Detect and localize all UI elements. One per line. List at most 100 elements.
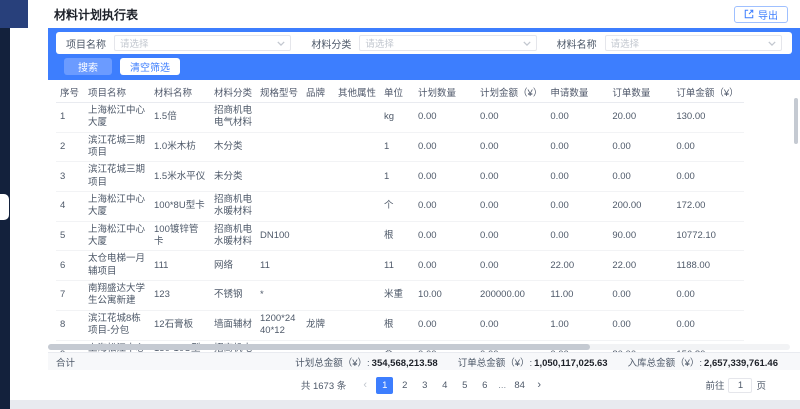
app-logo bbox=[0, 0, 28, 28]
table-cell: 22.00 bbox=[608, 251, 672, 281]
goto-suffix: 页 bbox=[756, 378, 766, 392]
filter-select-material-name[interactable]: 请选择 bbox=[605, 35, 782, 51]
table-cell: 1.5米水平仪 bbox=[150, 162, 210, 192]
table-cell: 123 bbox=[150, 281, 210, 311]
table-cell: 22.00 bbox=[546, 251, 608, 281]
table-cell bbox=[334, 251, 380, 281]
horizontal-scrollbar[interactable] bbox=[48, 344, 790, 350]
page-button-3[interactable]: 3 bbox=[416, 377, 433, 394]
chevron-down-icon bbox=[277, 41, 285, 46]
page-button-6[interactable]: 6 bbox=[476, 377, 493, 394]
table-cell bbox=[256, 192, 302, 222]
chevron-down-icon bbox=[523, 41, 531, 46]
table-row[interactable]: 5上海松江中心大厦100镀锌管卡招商机电水暖材料DN100根0.000.000.… bbox=[56, 221, 744, 251]
table-cell: 0.00 bbox=[608, 310, 672, 340]
table-cell: 上海松江中心大厦 bbox=[84, 103, 150, 133]
page-button-2[interactable]: 2 bbox=[396, 377, 413, 394]
table-cell bbox=[256, 162, 302, 192]
column-header: 订单金额（¥） bbox=[672, 82, 744, 103]
table-cell: 0.00 bbox=[414, 103, 476, 133]
table-cell bbox=[302, 162, 334, 192]
page-ellipsis[interactable]: ... bbox=[496, 380, 508, 391]
table-cell: 0.00 bbox=[476, 310, 546, 340]
next-page-button[interactable] bbox=[531, 377, 547, 393]
page-button-4[interactable]: 4 bbox=[436, 377, 453, 394]
table-cell: 0.00 bbox=[608, 132, 672, 162]
table-cell: 0.00 bbox=[414, 162, 476, 192]
table-cell: 11 bbox=[256, 251, 302, 281]
summary-label: 合计 bbox=[56, 355, 75, 369]
table-cell: 木分类 bbox=[210, 132, 256, 162]
table-cell: 1200*2440*12 bbox=[256, 310, 302, 340]
table-row[interactable]: 6太仓电梯一月辅项目111网络11110.000.0022.0022.00118… bbox=[56, 251, 744, 281]
table-cell: 200000.00 bbox=[476, 281, 546, 311]
table-cell: 南翔盛达大学生公寓新建 bbox=[84, 281, 150, 311]
vertical-scrollbar-thumb[interactable] bbox=[794, 98, 798, 144]
column-header: 项目名称 bbox=[84, 82, 150, 103]
sidebar-expand-handle[interactable] bbox=[0, 194, 9, 220]
column-header: 计划金额（¥） bbox=[476, 82, 546, 103]
table-cell: 1 bbox=[380, 132, 414, 162]
table-cell: 根 bbox=[380, 221, 414, 251]
table-cell: 招商机电水暖材料 bbox=[210, 221, 256, 251]
table-cell: 滨江花城三期项目 bbox=[84, 132, 150, 162]
table-row[interactable]: 2滨江花城三期项目1.0米木枋木分类10.000.000.000.000.00 bbox=[56, 132, 744, 162]
table-cell: 0.00 bbox=[608, 281, 672, 311]
table-cell: 130.00 bbox=[672, 103, 744, 133]
table-cell bbox=[256, 103, 302, 133]
column-header: 计划数量 bbox=[414, 82, 476, 103]
table-cell: 3 bbox=[56, 162, 84, 192]
filter-label: 材料分类 bbox=[311, 36, 351, 51]
table-cell: 根 bbox=[380, 310, 414, 340]
search-button[interactable]: 搜索 bbox=[64, 58, 112, 75]
table-cell: 1.5倍 bbox=[150, 103, 210, 133]
table-cell: 0.00 bbox=[414, 310, 476, 340]
clear-filters-button[interactable]: 清空筛选 bbox=[120, 58, 180, 75]
page-buttons: 123456...84 bbox=[376, 377, 528, 394]
table-cell bbox=[334, 192, 380, 222]
table-cell: 0.00 bbox=[414, 251, 476, 281]
table-row[interactable]: 3滨江花城三期项目1.5米水平仪未分类10.000.000.000.000.00 bbox=[56, 162, 744, 192]
filter-placeholder: 请选择 bbox=[120, 36, 149, 50]
goto-page-input[interactable] bbox=[728, 378, 752, 393]
column-header: 序号 bbox=[56, 82, 84, 103]
table-cell: 1 bbox=[56, 103, 84, 133]
table-cell: 不锈钢 bbox=[210, 281, 256, 311]
table-row[interactable]: 8滨江花城8栋项目-分包12石膏板墙面辅材1200*2440*12龙牌根0.00… bbox=[56, 310, 744, 340]
goto-page: 前往 页 bbox=[705, 378, 766, 393]
table-cell: 0.00 bbox=[672, 281, 744, 311]
filter-label: 项目名称 bbox=[66, 36, 106, 51]
horizontal-scrollbar-thumb[interactable] bbox=[48, 344, 590, 350]
table-cell: 1 bbox=[380, 162, 414, 192]
table-cell: 1.0米木枋 bbox=[150, 132, 210, 162]
table-row[interactable]: 7南翔盛达大学生公寓新建123不锈钢*米重10.00200000.0011.00… bbox=[56, 281, 744, 311]
filter-group-material-name: 材料名称请选择 bbox=[557, 35, 782, 51]
table-cell: 8 bbox=[56, 310, 84, 340]
table-cell: 招商机电电气材料 bbox=[210, 103, 256, 133]
content: 项目名称请选择材料分类请选择材料名称请选择 搜索 清空筛选 序号项目名称材料名称… bbox=[48, 28, 800, 400]
table-cell: 6 bbox=[56, 251, 84, 281]
table-row[interactable]: 1上海松江中心大厦1.5倍招商机电电气材料kg0.000.000.0020.00… bbox=[56, 103, 744, 133]
table-cell: 100镀锌管卡 bbox=[150, 221, 210, 251]
table-cell bbox=[302, 281, 334, 311]
table-cell: 0.00 bbox=[608, 162, 672, 192]
column-header: 其他属性 bbox=[334, 82, 380, 103]
page-button-84[interactable]: 84 bbox=[511, 377, 528, 394]
filter-select-project-name[interactable]: 请选择 bbox=[114, 35, 291, 51]
filter-select-material-category[interactable]: 请选择 bbox=[359, 35, 536, 51]
table-row[interactable]: 4上海松江中心大厦100*8U型卡招商机电水暖材料个0.000.000.0020… bbox=[56, 192, 744, 222]
export-button[interactable]: 导出 bbox=[734, 6, 788, 23]
table-cell bbox=[302, 251, 334, 281]
table-cell: 5 bbox=[56, 221, 84, 251]
column-header: 品牌 bbox=[302, 82, 334, 103]
table-cell: 上海松江中心大厦 bbox=[84, 221, 150, 251]
table-cell: 个 bbox=[380, 192, 414, 222]
column-header: 单位 bbox=[380, 82, 414, 103]
prev-page-button[interactable] bbox=[357, 377, 373, 393]
table-cell bbox=[334, 162, 380, 192]
table-cell: 未分类 bbox=[210, 162, 256, 192]
page-button-5[interactable]: 5 bbox=[456, 377, 473, 394]
table-cell: 0.00 bbox=[476, 132, 546, 162]
table-cell: 0.00 bbox=[672, 162, 744, 192]
page-button-1[interactable]: 1 bbox=[376, 377, 393, 394]
